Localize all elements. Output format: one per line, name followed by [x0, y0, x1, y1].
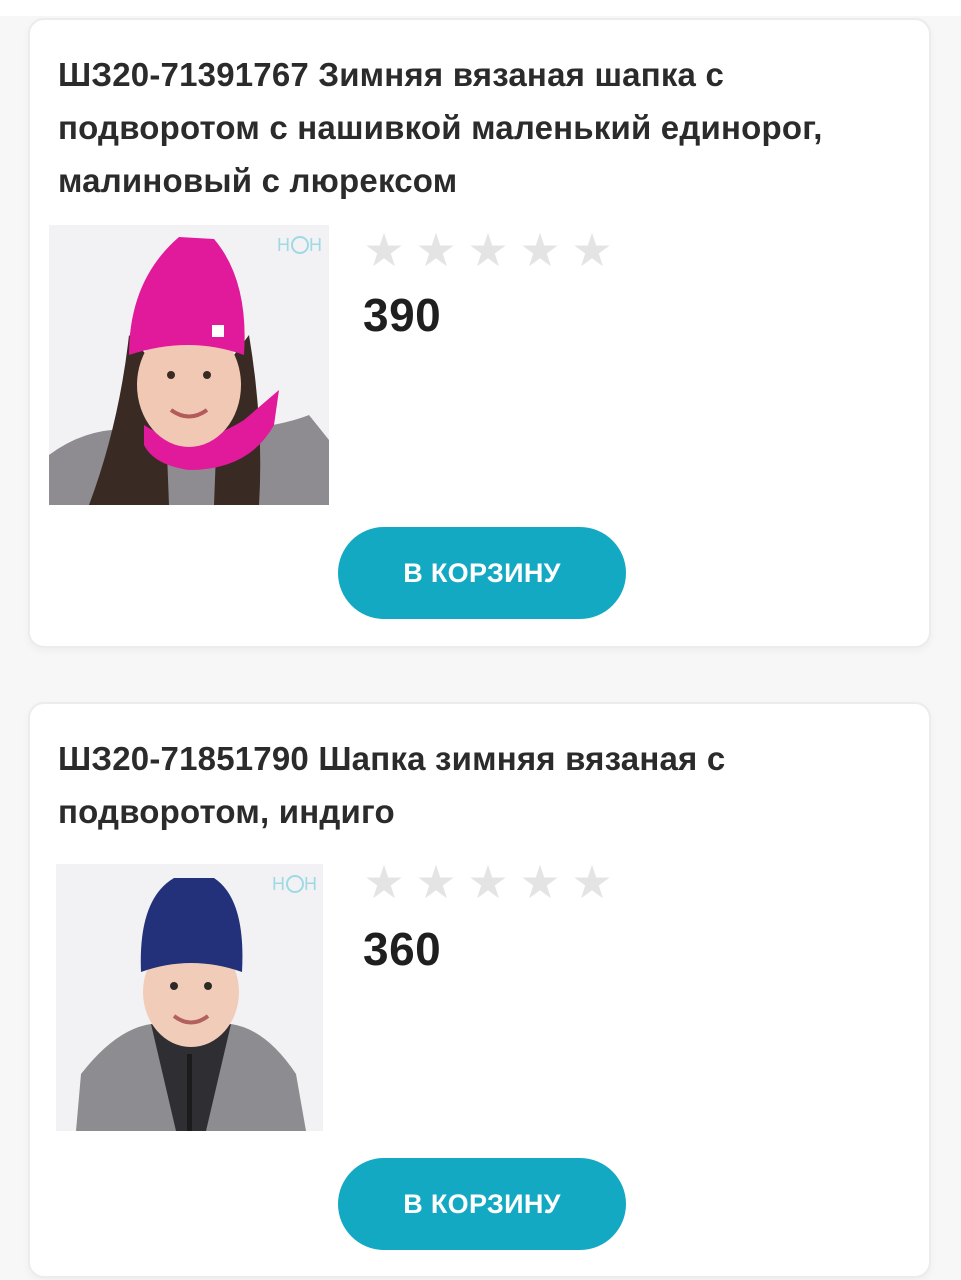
- add-to-cart-button[interactable]: В КОРЗИНУ: [338, 1158, 626, 1250]
- star-icon[interactable]: ★: [360, 227, 408, 273]
- product-price: 360: [363, 923, 442, 975]
- svg-text:H: H: [304, 874, 317, 894]
- svg-text:H: H: [309, 235, 322, 255]
- product-title[interactable]: ШЗ20-71391767 Зимняя вязаная шапка с под…: [58, 48, 908, 207]
- rating-stars[interactable]: ★ ★ ★ ★ ★: [360, 227, 616, 273]
- star-icon[interactable]: ★: [516, 227, 564, 273]
- product-card: ШЗ20-71391767 Зимняя вязаная шапка с под…: [28, 18, 931, 648]
- svg-text:H: H: [272, 874, 285, 894]
- add-to-cart-button[interactable]: В КОРЗИНУ: [338, 527, 626, 619]
- rating-stars[interactable]: ★ ★ ★ ★ ★: [360, 859, 616, 905]
- star-icon[interactable]: ★: [568, 227, 616, 273]
- star-icon[interactable]: ★: [464, 859, 512, 905]
- star-icon[interactable]: ★: [412, 859, 460, 905]
- boy-indigo-hat-photo: H H: [56, 864, 323, 1131]
- star-icon[interactable]: ★: [516, 859, 564, 905]
- star-icon[interactable]: ★: [412, 227, 460, 273]
- product-list: ШЗ20-71391767 Зимняя вязаная шапка с под…: [0, 0, 961, 1280]
- girl-magenta-hat-photo: H H: [49, 225, 329, 505]
- svg-text:H: H: [277, 235, 290, 255]
- top-edge: [0, 0, 961, 16]
- product-title[interactable]: ШЗ20-71851790 Шапка зимняя вязаная с под…: [58, 732, 908, 838]
- star-icon[interactable]: ★: [568, 859, 616, 905]
- product-image[interactable]: H H: [56, 864, 323, 1131]
- star-icon[interactable]: ★: [464, 227, 512, 273]
- star-icon[interactable]: ★: [360, 859, 408, 905]
- product-image[interactable]: H H: [49, 225, 329, 505]
- product-price: 390: [363, 289, 442, 341]
- product-card: ШЗ20-71851790 Шапка зимняя вязаная с под…: [28, 702, 931, 1278]
